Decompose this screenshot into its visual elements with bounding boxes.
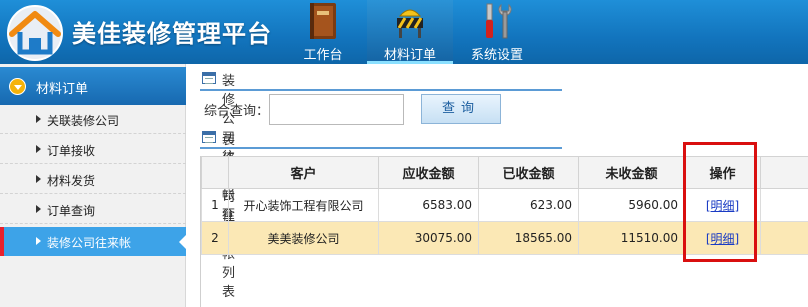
table-row[interactable]: 2 美美装修公司 30075.00 18565.00 11510.00 [明细] xyxy=(201,221,808,255)
nav-material-orders[interactable]: 材料订单 xyxy=(367,0,453,64)
window-icon xyxy=(202,72,216,84)
top-header: 美佳装修管理平台 工作台 材料订单 系统设置 xyxy=(0,0,808,64)
header-action: 操作 xyxy=(684,156,761,189)
arrow-right-icon xyxy=(36,175,41,183)
query-label: 综合查询： xyxy=(204,104,270,119)
construction-barrier-icon xyxy=(397,9,423,38)
nav-workbench[interactable]: 工作台 xyxy=(280,0,366,64)
arrow-right-icon xyxy=(36,237,41,245)
nav-system-settings[interactable]: 系统设置 xyxy=(454,0,540,64)
cell-spacer xyxy=(760,221,808,255)
header-receivable: 应收金额 xyxy=(378,156,479,189)
sidebar-section-header[interactable]: 材料订单 xyxy=(0,67,186,105)
section-divider xyxy=(200,89,562,91)
cell-receivable: 6583.00 xyxy=(378,188,479,222)
arrow-right-icon xyxy=(36,115,41,123)
app-title: 美佳装修管理平台 xyxy=(72,20,272,48)
search-input[interactable] xyxy=(269,94,404,125)
cell-customer: 美美装修公司 xyxy=(228,221,379,255)
sidebar-item-label: 订单接收 xyxy=(47,144,96,158)
cell-receivable: 30075.00 xyxy=(378,221,479,255)
cell-received: 18565.00 xyxy=(478,221,579,255)
active-tab-underline xyxy=(367,61,453,64)
cell-outstanding: 5960.00 xyxy=(578,188,685,222)
arrow-right-icon xyxy=(36,205,41,213)
sidebar-item-label: 材料发货 xyxy=(47,174,96,188)
cell-action: [明细] xyxy=(684,221,761,255)
query-button[interactable]: 查询 xyxy=(421,94,501,124)
cell-customer: 开心装饰工程有限公司 xyxy=(228,188,379,222)
sidebar-section-title: 材料订单 xyxy=(36,82,89,97)
cell-outstanding: 11510.00 xyxy=(578,221,685,255)
table-row[interactable]: 1 开心装饰工程有限公司 6583.00 623.00 5960.00 [明细] xyxy=(201,188,808,222)
cell-spacer xyxy=(760,188,808,222)
header-index xyxy=(201,156,229,189)
detail-link[interactable]: [明细] xyxy=(706,232,739,246)
header-received: 已收金额 xyxy=(478,156,579,189)
header-customer: 客户 xyxy=(228,156,379,189)
row-index: 2 xyxy=(201,221,229,255)
sidebar-item-label: 装修公司往来帐 xyxy=(47,236,132,250)
sidebar-item-company-accounts[interactable]: 装修公司往来帐 xyxy=(0,227,187,256)
header-spacer xyxy=(760,156,808,189)
sidebar-item-label: 订单查询 xyxy=(47,204,96,218)
book-icon xyxy=(310,3,336,39)
header-outstanding: 未收金额 xyxy=(578,156,685,189)
accounts-table: 客户 应收金额 已收金额 未收金额 操作 1 开心装饰工程有限公司 6583.0… xyxy=(200,156,808,307)
cell-received: 623.00 xyxy=(478,188,579,222)
sidebar-item-order-receive[interactable]: 订单接收 xyxy=(0,135,186,164)
sidebar: 材料订单 关联装修公司 订单接收 材料发货 订单查询 装修公司往来帐 xyxy=(0,64,187,307)
house-logo-icon xyxy=(7,5,63,61)
active-pointer xyxy=(179,234,187,250)
tools-icon xyxy=(486,3,512,39)
collapse-icon xyxy=(9,78,26,95)
table-header-row: 客户 应收金额 已收金额 未收金额 操作 xyxy=(201,156,808,189)
sidebar-item-label: 关联装修公司 xyxy=(47,114,120,128)
row-index: 1 xyxy=(201,188,229,222)
cell-action: [明细] xyxy=(684,188,761,222)
sidebar-item-material-shipping[interactable]: 材料发货 xyxy=(0,165,186,194)
sidebar-item-order-query[interactable]: 订单查询 xyxy=(0,195,186,224)
sidebar-item-linked-companies[interactable]: 关联装修公司 xyxy=(0,105,186,134)
detail-link[interactable]: [明细] xyxy=(706,199,739,213)
arrow-right-icon xyxy=(36,145,41,153)
nav-label: 工作台 xyxy=(303,48,343,63)
section-divider xyxy=(200,147,562,149)
nav-label: 系统设置 xyxy=(470,48,523,63)
active-marker xyxy=(0,227,4,256)
window-icon xyxy=(202,131,216,143)
